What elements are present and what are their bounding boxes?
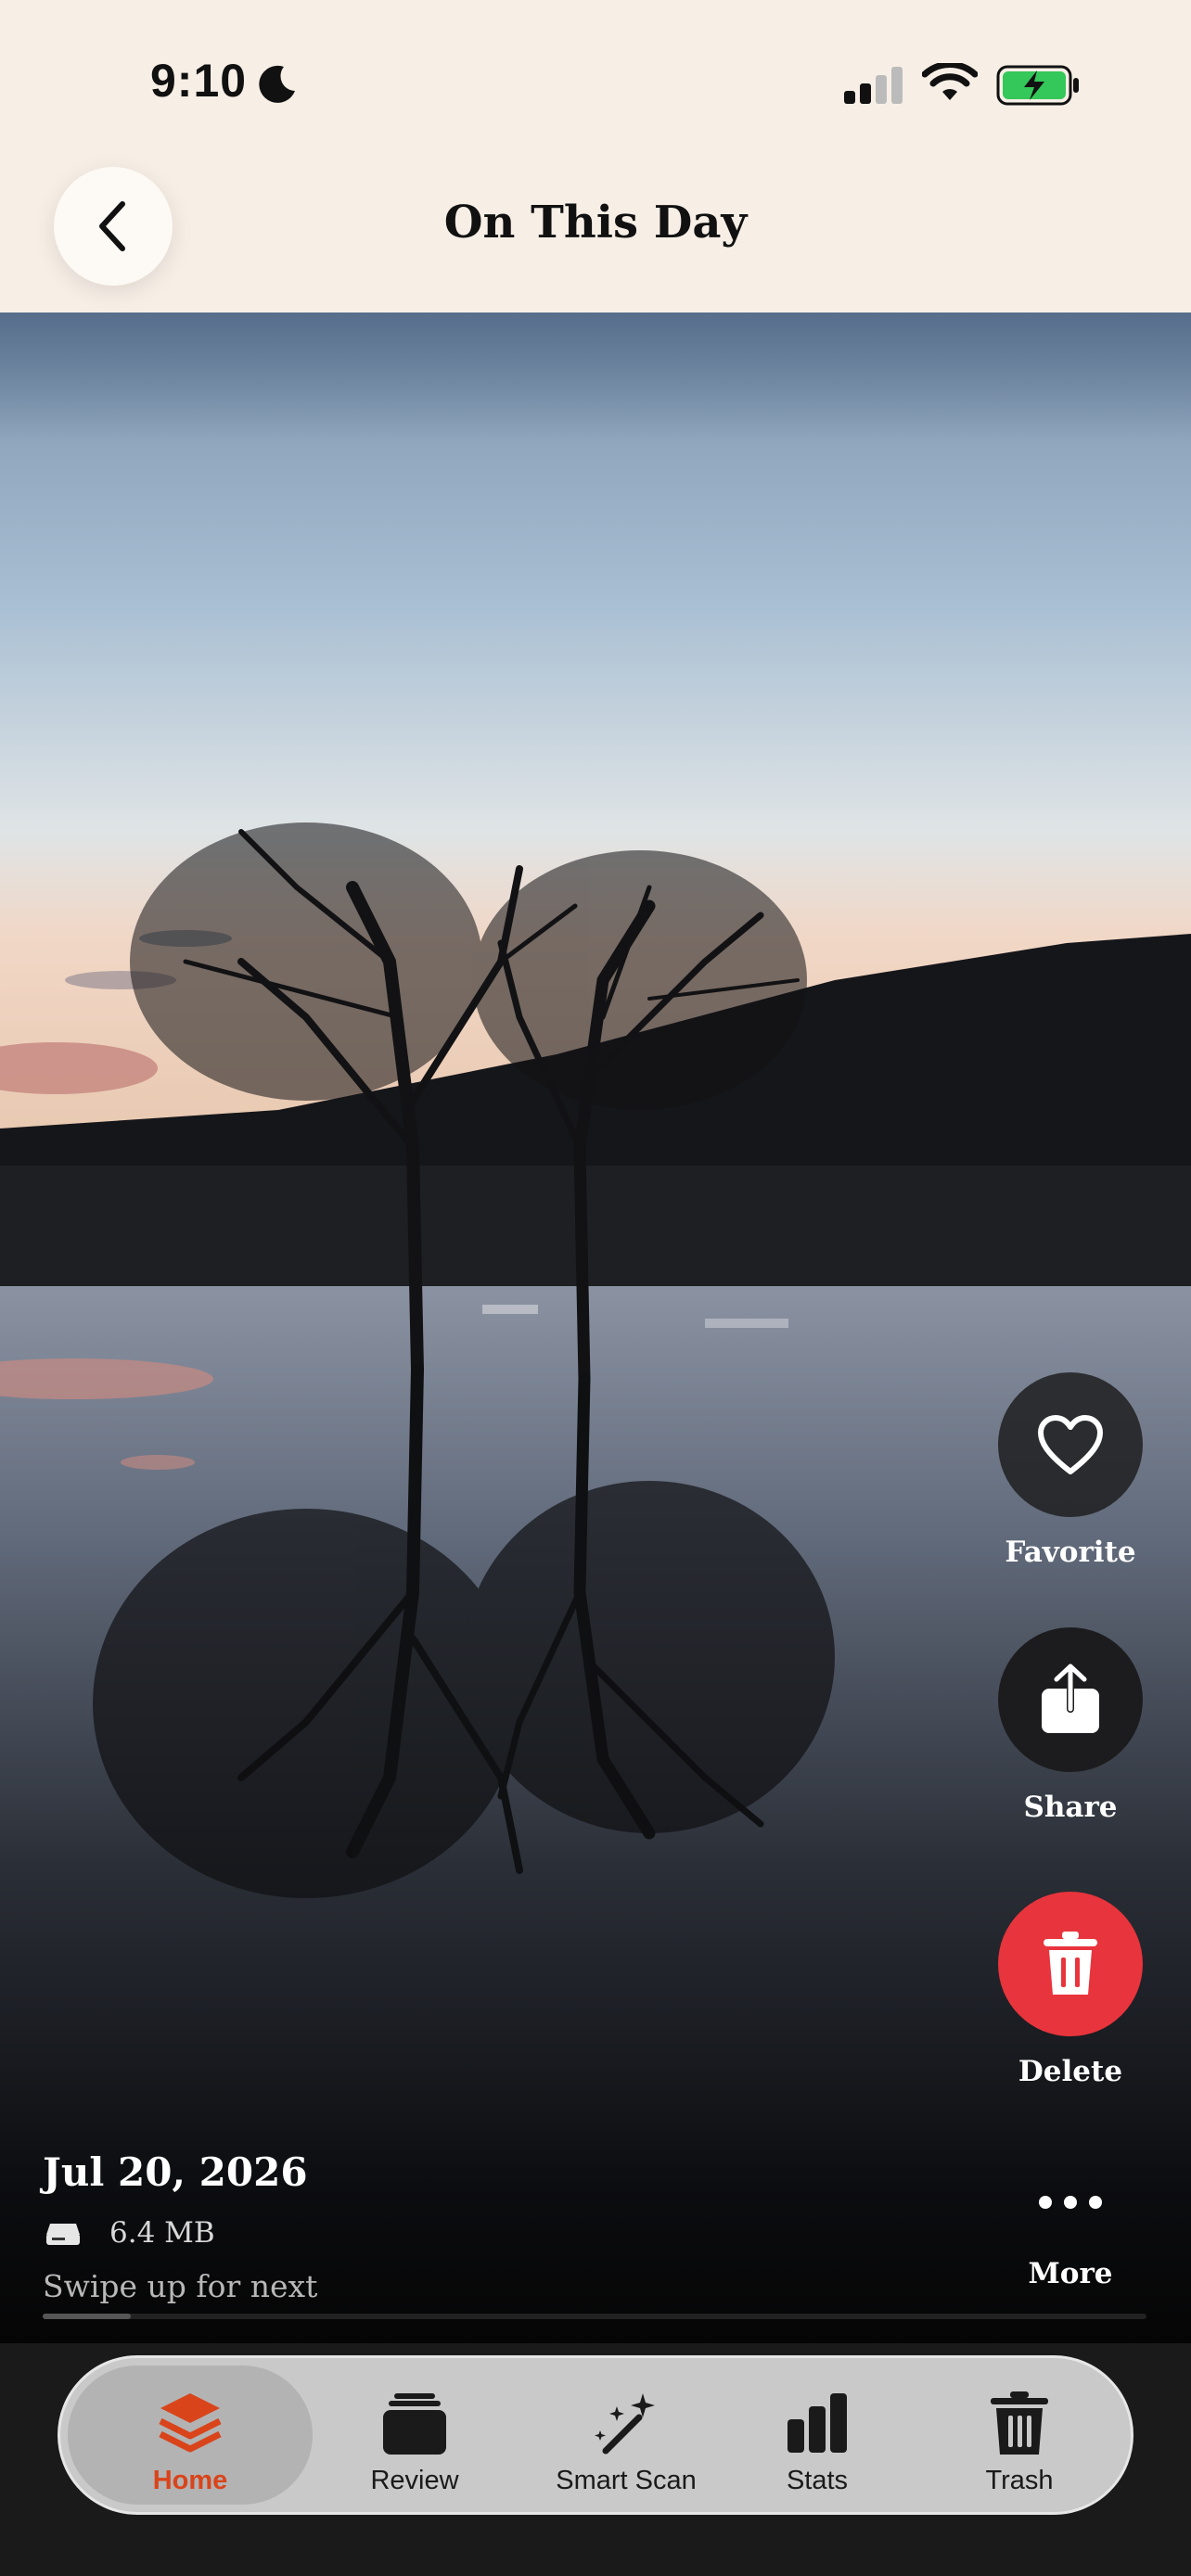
moon-icon <box>259 65 295 103</box>
tab-smart-scan-label: Smart Scan <box>556 2466 697 2495</box>
bar-chart-icon <box>788 2393 847 2453</box>
favorite-label: Favorite <box>1005 1536 1136 1569</box>
more-label: More <box>1028 2257 1113 2290</box>
tab-home-label: Home <box>152 2466 228 2495</box>
share-action[interactable]: Share <box>996 1627 1145 1824</box>
heart-icon <box>1038 1415 1103 1474</box>
magic-wand-icon <box>595 2393 655 2455</box>
tab-review-label: Review <box>370 2466 459 2495</box>
delete-action[interactable]: Delete <box>996 1892 1145 2088</box>
more-button[interactable] <box>998 2161 1143 2244</box>
storage-icon <box>46 2224 80 2245</box>
ellipsis-icon <box>1039 2196 1102 2209</box>
signal-icon <box>844 67 903 104</box>
tab-home[interactable]: Home <box>68 2366 313 2505</box>
share-button[interactable] <box>998 1627 1143 1772</box>
tab-review[interactable]: Review <box>313 2366 517 2505</box>
trash-icon <box>1044 1932 1097 1995</box>
progress-bar <box>43 2314 1146 2319</box>
share-icon <box>1042 1663 1099 1733</box>
tab-smart-scan[interactable]: Smart Scan <box>524 2366 728 2505</box>
battery-charging-icon <box>996 65 1079 106</box>
delete-button[interactable] <box>998 1892 1143 2036</box>
tab-stats-label: Stats <box>786 2466 849 2495</box>
delete-label: Delete <box>1018 2055 1123 2088</box>
cards-icon <box>383 2393 446 2455</box>
header-area: 9:10 On This Day <box>0 0 1191 312</box>
favorite-action[interactable]: Favorite <box>996 1372 1145 1569</box>
tab-trash[interactable]: Trash <box>917 2366 1121 2505</box>
page-title: On This Day <box>443 197 748 249</box>
file-size: 6.4 MB <box>109 2216 215 2250</box>
stack-icon <box>159 2393 222 2453</box>
tab-trash-label: Trash <box>985 2466 1054 2495</box>
wifi-icon <box>922 63 978 100</box>
swipe-hint: Swipe up for next <box>43 2268 318 2304</box>
tab-bar: Home Review Smart Scan Stats Trash <box>58 2355 1133 2515</box>
favorite-button[interactable] <box>998 1372 1143 1517</box>
trash-icon <box>991 2391 1048 2455</box>
status-time: 9:10 <box>150 55 248 107</box>
tab-stats[interactable]: Stats <box>715 2366 919 2505</box>
photo-date: Jul 20, 2026 <box>43 2149 308 2195</box>
share-label: Share <box>1023 1791 1118 1824</box>
more-action[interactable]: More <box>996 2161 1145 2290</box>
